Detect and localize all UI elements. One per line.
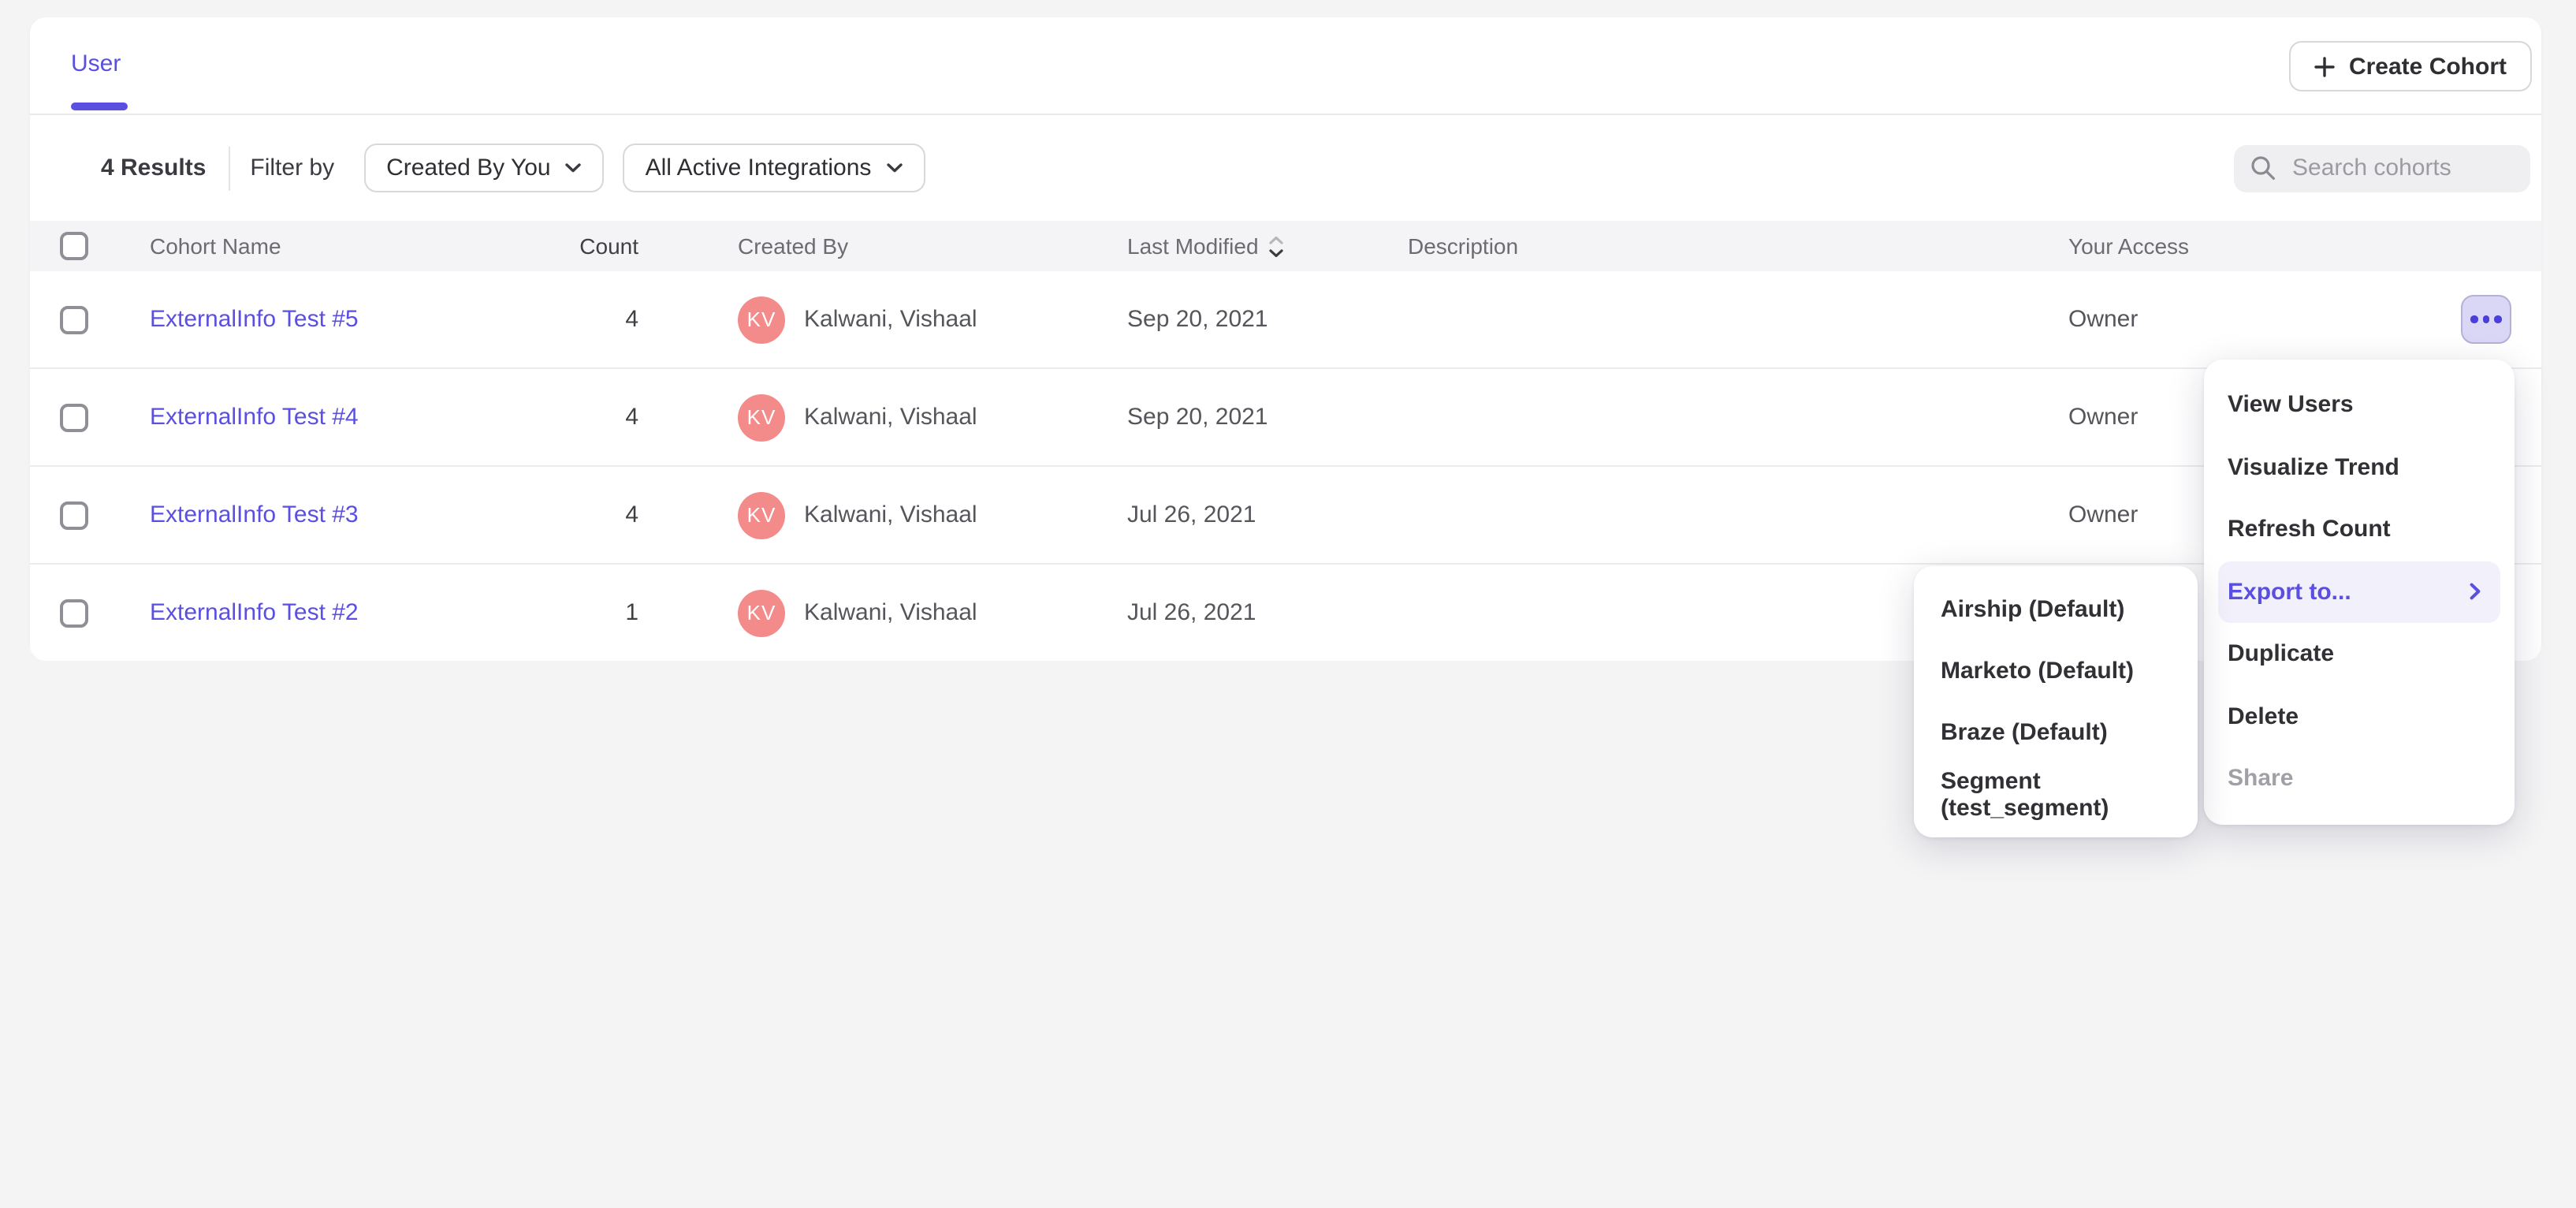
menu-item-visualize-trend[interactable]: Visualize Trend <box>2204 436 2515 498</box>
cohorts-page: User Create Cohort 4 Results Filter by C… <box>0 0 2576 1208</box>
filter-toolbar: 4 Results Filter by Created By You All A… <box>30 115 2541 221</box>
header-last-modified[interactable]: Last Modified <box>1127 233 1408 259</box>
chevron-right-icon <box>2469 583 2481 602</box>
integrations-filter-label: All Active Integrations <box>646 155 872 181</box>
submenu-item-braze[interactable]: Braze (Default) <box>1914 702 2198 763</box>
tab-user[interactable]: User <box>71 50 121 77</box>
creator-name: Kalwani, Vishaal <box>804 306 977 333</box>
row-checkbox[interactable] <box>60 501 88 529</box>
header-count: Count <box>512 233 638 259</box>
header-description: Description <box>1408 233 2068 259</box>
menu-item-duplicate[interactable]: Duplicate <box>2204 623 2515 685</box>
creator-name: Kalwani, Vishaal <box>804 404 977 431</box>
avatar: KV <box>738 589 785 636</box>
chevron-down-icon <box>885 162 903 173</box>
submenu-item-segment[interactable]: Segment (test_segment) <box>1914 763 2198 825</box>
search-input[interactable] <box>2289 153 2515 183</box>
cohorts-card: User Create Cohort 4 Results Filter by C… <box>30 17 2541 654</box>
cohort-name-link[interactable]: ExternalInfo Test #5 <box>150 306 359 333</box>
row-checkbox[interactable] <box>60 403 88 431</box>
last-modified-date: Sep 20, 2021 <box>1127 404 1408 431</box>
creator-name: Kalwani, Vishaal <box>804 599 977 626</box>
plus-icon <box>2314 56 2335 76</box>
filter-by-label: Filter by <box>250 155 334 181</box>
menu-item-export-to[interactable]: Export to... <box>2218 561 2500 623</box>
integrations-filter-dropdown[interactable]: All Active Integrations <box>624 144 925 192</box>
header-last-modified-label: Last Modified <box>1127 233 1259 259</box>
menu-item-delete[interactable]: Delete <box>2204 685 2515 748</box>
select-all-checkbox[interactable] <box>60 232 88 260</box>
results-count: 4 Results <box>101 155 206 181</box>
created-by-filter-dropdown[interactable]: Created By You <box>364 144 605 192</box>
creator-name: Kalwani, Vishaal <box>804 501 977 528</box>
search-box[interactable] <box>2234 144 2530 192</box>
cohort-count: 4 <box>512 501 638 528</box>
menu-item-share: Share <box>2204 748 2515 810</box>
cohort-count: 4 <box>512 306 638 333</box>
submenu-item-marketo[interactable]: Marketo (Default) <box>1914 640 2198 702</box>
avatar: KV <box>738 296 785 343</box>
last-modified-date: Sep 20, 2021 <box>1127 306 1408 333</box>
menu-item-view-users[interactable]: View Users <box>2204 374 2515 436</box>
table-row: ExternalInfo Test #4 4 KV Kalwani, Visha… <box>30 369 2541 467</box>
toolbar-divider <box>228 146 229 190</box>
create-cohort-button[interactable]: Create Cohort <box>2289 41 2532 91</box>
header-cohort-name: Cohort Name <box>118 233 512 259</box>
menu-item-refresh-count[interactable]: Refresh Count <box>2204 498 2515 561</box>
row-context-menu: View Users Visualize Trend Refresh Count… <box>2204 360 2515 824</box>
avatar: KV <box>738 491 785 539</box>
create-cohort-label: Create Cohort <box>2349 53 2507 80</box>
cohort-count: 4 <box>512 404 638 431</box>
created-by-filter-label: Created By You <box>386 155 551 181</box>
sort-icon <box>1268 234 1286 258</box>
row-checkbox[interactable] <box>60 305 88 334</box>
last-modified-date: Jul 26, 2021 <box>1127 599 1408 626</box>
submenu-item-airship[interactable]: Airship (Default) <box>1914 579 2198 640</box>
row-actions-button[interactable] <box>2461 295 2511 344</box>
access-level: Owner <box>2068 306 2354 333</box>
cohort-name-link[interactable]: ExternalInfo Test #2 <box>150 599 359 626</box>
chevron-down-icon <box>565 162 583 173</box>
export-submenu: Airship (Default) Marketo (Default) Braz… <box>1914 566 2198 837</box>
table-row: ExternalInfo Test #3 4 KV Kalwani, Visha… <box>30 467 2541 565</box>
cohort-name-link[interactable]: ExternalInfo Test #4 <box>150 404 359 431</box>
avatar: KV <box>738 393 785 441</box>
search-icon <box>2250 155 2276 181</box>
header-created-by: Created By <box>638 233 1127 259</box>
last-modified-date: Jul 26, 2021 <box>1127 501 1408 528</box>
header-your-access: Your Access <box>2068 233 2354 259</box>
active-tab-underline <box>71 103 128 110</box>
cohort-count: 1 <box>512 599 638 626</box>
export-to-label: Export to... <box>2228 579 2351 606</box>
tab-bar: User Create Cohort <box>30 17 2541 115</box>
table-row: ExternalInfo Test #5 4 KV Kalwani, Visha… <box>30 271 2541 369</box>
cohort-name-link[interactable]: ExternalInfo Test #3 <box>150 501 359 528</box>
row-checkbox[interactable] <box>60 598 88 627</box>
table-header: Cohort Name Count Created By Last Modifi… <box>30 221 2541 271</box>
